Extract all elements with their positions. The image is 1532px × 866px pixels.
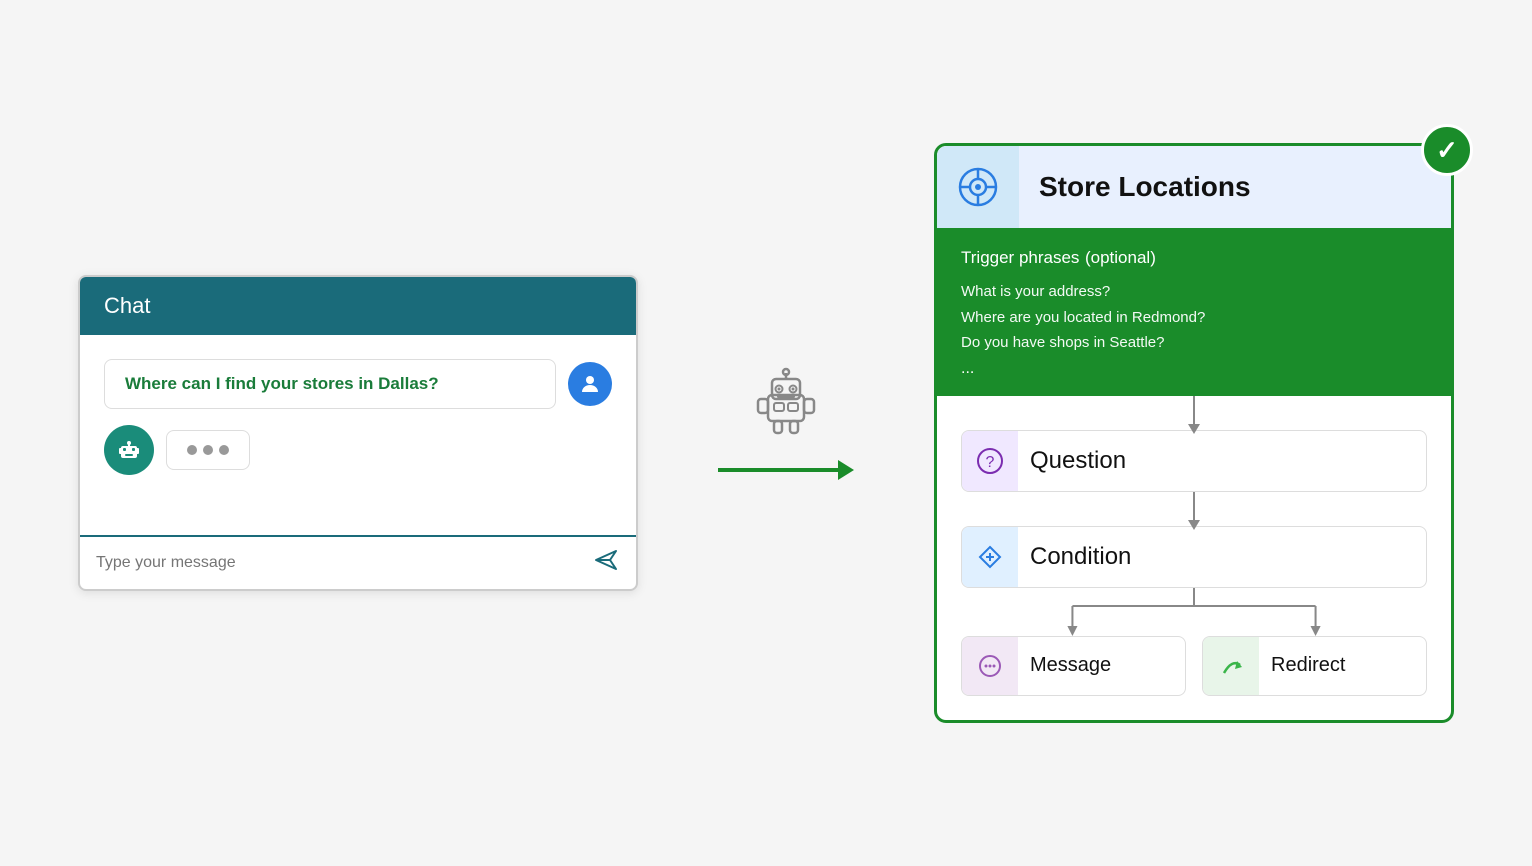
trigger-ellipsis: ... [961, 360, 1427, 378]
message-label: Message [1018, 638, 1123, 693]
typing-dot-1 [187, 445, 197, 455]
trigger-phrase-3: Do you have shops in Seattle? [961, 330, 1427, 356]
bot-avatar [104, 425, 154, 475]
condition-icon [976, 543, 1004, 571]
user-message-row: Where can I find your stores in Dallas? [104, 359, 612, 409]
trigger-phrase-1: What is your address? [961, 279, 1427, 305]
message-node[interactable]: Message [961, 636, 1186, 696]
chat-body: Where can I find your stores in Dallas? [80, 335, 636, 535]
send-button[interactable] [594, 549, 620, 577]
branch-nodes: Message Redirect [961, 636, 1427, 696]
question-icon: ? [976, 447, 1004, 475]
robot-icon-area [750, 367, 822, 444]
topic-icon-box [937, 146, 1019, 228]
chat-header: Chat [80, 277, 636, 335]
flow-panel: ✓ Store Locations Trigger phrases [934, 143, 1454, 723]
question-label: Question [1018, 431, 1138, 491]
robot-icon [750, 367, 822, 439]
connector-area [718, 367, 854, 480]
redirect-icon [1218, 653, 1244, 679]
redirect-node[interactable]: Redirect [1202, 636, 1427, 696]
arrow-to-condition [1193, 492, 1195, 522]
chat-panel: Chat Where can I find your stores in Dal… [78, 275, 638, 591]
branch-connector [961, 588, 1427, 636]
topic-header: Store Locations [937, 146, 1451, 228]
arrow-to-question [1193, 396, 1195, 426]
typing-dot-2 [203, 445, 213, 455]
svg-text:?: ? [986, 454, 995, 471]
branch-svg [961, 588, 1427, 636]
message-icon [977, 653, 1003, 679]
question-node[interactable]: ? Question [961, 430, 1427, 492]
bot-typing-row [104, 425, 612, 475]
redirect-label: Redirect [1259, 638, 1357, 693]
topic-title: Store Locations [1019, 155, 1271, 219]
chat-input-row[interactable] [80, 535, 636, 589]
question-icon-box: ? [962, 431, 1018, 491]
condition-icon-box [962, 527, 1018, 587]
arrow-line [718, 468, 838, 472]
trigger-section: Trigger phrases (optional) What is your … [937, 228, 1451, 396]
trigger-phrase-2: Where are you located in Redmond? [961, 305, 1427, 331]
message-icon-box [962, 637, 1018, 695]
flow-steps: ? Question C [937, 396, 1451, 720]
condition-node[interactable]: Condition [961, 526, 1427, 588]
condition-label: Condition [1018, 527, 1143, 587]
user-message-text: Where can I find your stores in Dallas? [125, 374, 439, 393]
typing-dot-3 [219, 445, 229, 455]
user-message-bubble: Where can I find your stores in Dallas? [104, 359, 556, 409]
topic-icon [957, 166, 999, 208]
bot-typing-indicator [166, 430, 250, 470]
arrow-head [838, 460, 854, 480]
chat-input[interactable] [96, 554, 586, 572]
checkmark-badge: ✓ [1421, 124, 1473, 176]
redirect-icon-box [1203, 637, 1259, 695]
chat-title: Chat [104, 293, 150, 318]
flow-arrow [718, 460, 854, 480]
trigger-title: Trigger phrases (optional) [961, 246, 1427, 269]
user-avatar [568, 362, 612, 406]
